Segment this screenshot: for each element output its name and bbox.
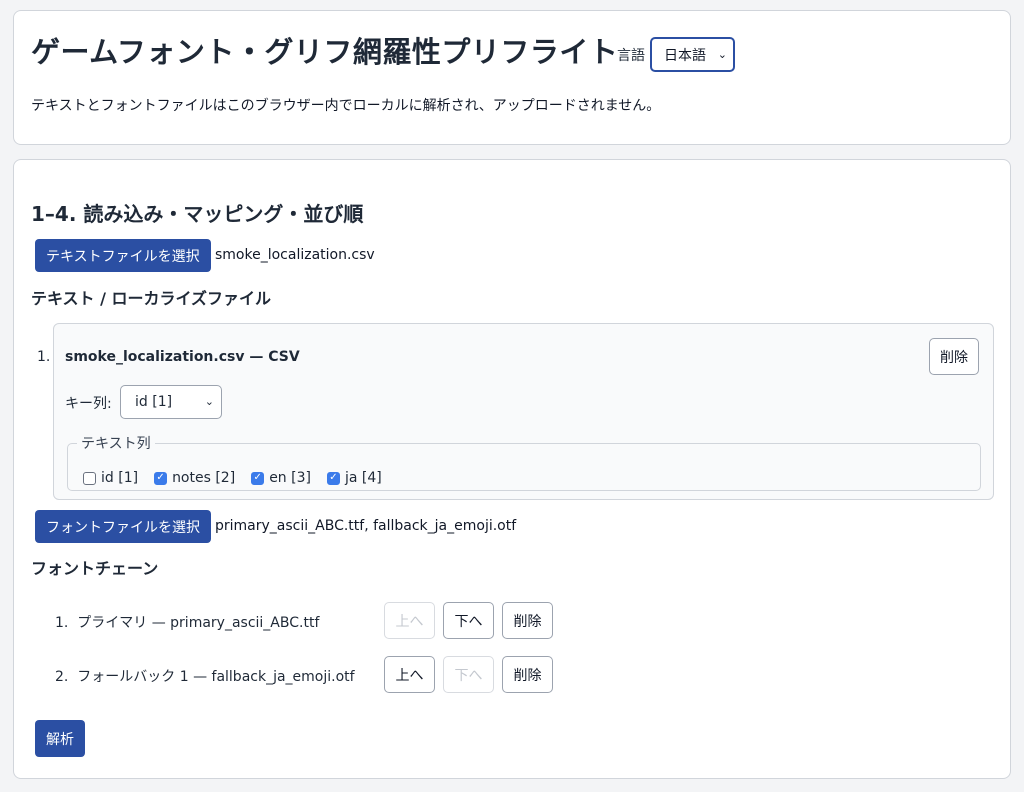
font-file-names: primary_ascii_ABC.ttf, fallback_ja_emoji…	[215, 518, 517, 534]
checkbox-label: ja [4]	[344, 470, 382, 486]
remove-font-button[interactable]: 削除	[502, 602, 553, 639]
move-down-button[interactable]: 下へ	[443, 656, 494, 693]
checkbox[interactable]: ✓	[251, 471, 265, 485]
text-files-heading: テキスト / ローカライズファイル	[31, 289, 272, 308]
language-select-value: 日本語	[664, 47, 706, 64]
section-title: 1–4. 読み込み・マッピング・並び順	[31, 202, 364, 226]
text-file-index: 1.	[37, 349, 51, 365]
import-panel: 1–4. 読み込み・マッピング・並び順 テキストファイルを選択 smoke_lo…	[13, 159, 1011, 779]
header-panel: ゲームフォント・グリフ網羅性プリフライト 言語 日本語 ⌄ テキストとフォントフ…	[13, 10, 1011, 145]
font-chain-heading: フォントチェーン	[31, 559, 159, 578]
key-column-value: id [1]	[135, 394, 173, 410]
column-checkbox-notes[interactable]: ✓ notes [2]	[154, 470, 235, 486]
checkbox[interactable]: ✓	[326, 471, 340, 485]
column-checkbox-en[interactable]: ✓ en [3]	[251, 470, 311, 486]
analyze-button[interactable]: 解析	[35, 720, 85, 757]
remove-font-button[interactable]: 削除	[502, 656, 553, 693]
key-column-select[interactable]: id [1] ⌄	[120, 385, 222, 419]
language-label: 言語	[617, 48, 645, 64]
choose-text-file-button[interactable]: テキストファイルを選択	[35, 239, 211, 272]
text-columns-list: id [1] ✓ notes [2] ✓ en [3] ✓ ja [4]	[83, 470, 398, 486]
text-columns-group: テキスト列 id [1] ✓ notes [2] ✓ en [3] ✓ ja […	[67, 433, 981, 491]
choose-font-file-button[interactable]: フォントファイルを選択	[35, 510, 211, 543]
move-down-button[interactable]: 下へ	[443, 602, 494, 639]
font-chain-label: プライマリ — primary_ascii_ABC.ttf	[77, 615, 320, 631]
move-up-button[interactable]: 上へ	[384, 602, 435, 639]
column-checkbox-ja[interactable]: ✓ ja [4]	[326, 470, 382, 486]
text-file-title: smoke_localization.csv — CSV	[65, 349, 300, 365]
font-chain-item: 2. フォールバック 1 — fallback_ja_emoji.otf	[55, 666, 355, 686]
move-up-button[interactable]: 上へ	[384, 656, 435, 693]
language-select[interactable]: 日本語 ⌄	[650, 37, 735, 72]
privacy-note: テキストとフォントファイルはこのブラウザー内でローカルに解析され、アップロードさ…	[31, 98, 661, 114]
font-chain-label: フォールバック 1 — fallback_ja_emoji.otf	[77, 669, 355, 685]
column-checkbox-id[interactable]: id [1]	[83, 470, 138, 486]
remove-text-file-button[interactable]: 削除	[929, 338, 979, 375]
page-title: ゲームフォント・グリフ網羅性プリフライト	[31, 35, 619, 69]
font-chain-index: 2.	[55, 669, 69, 685]
checkbox[interactable]	[83, 471, 96, 485]
font-chain-index: 1.	[55, 615, 69, 631]
chevron-down-icon: ⌄	[717, 48, 727, 61]
checkbox[interactable]: ✓	[154, 471, 168, 485]
text-columns-legend: テキスト列	[81, 436, 151, 452]
key-column-label: キー列:	[65, 396, 112, 412]
checkbox-label: notes [2]	[172, 470, 236, 486]
font-chain-item: 1. プライマリ — primary_ascii_ABC.ttf	[55, 612, 319, 632]
checkbox-label: en [3]	[269, 470, 311, 486]
text-file-name: smoke_localization.csv	[215, 247, 375, 263]
text-file-card: smoke_localization.csv — CSV 削除 キー列: id …	[53, 323, 994, 500]
check-icon: ✓	[329, 472, 338, 483]
chevron-down-icon: ⌄	[204, 395, 214, 408]
check-icon: ✓	[253, 472, 262, 483]
checkbox-label: id [1]	[101, 470, 139, 486]
check-icon: ✓	[156, 472, 165, 483]
